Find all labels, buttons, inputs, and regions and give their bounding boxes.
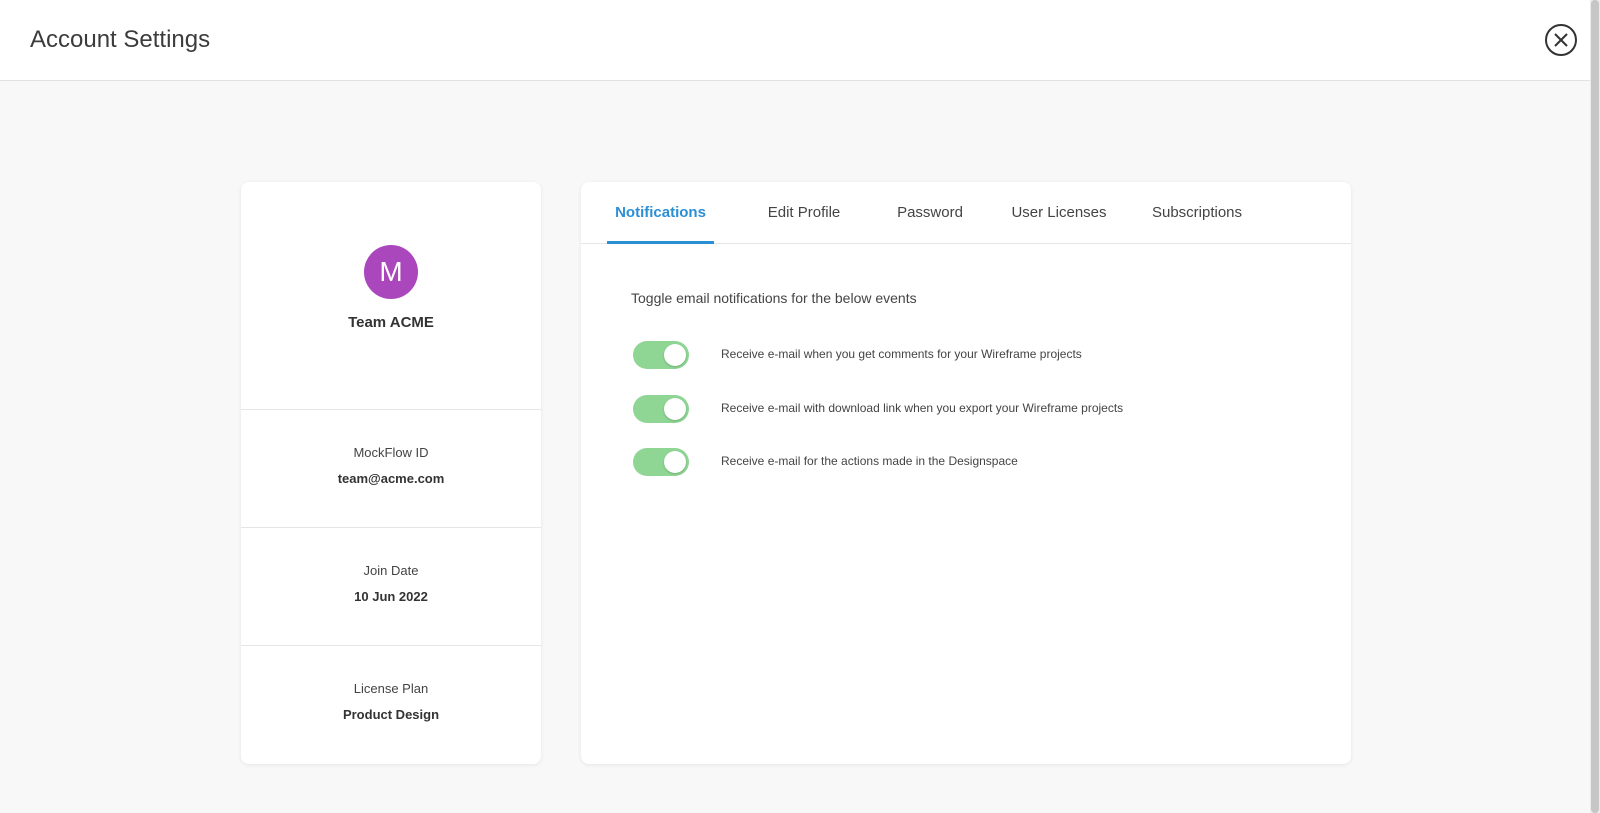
info-label: MockFlow ID [353,445,429,460]
active-tab-indicator [607,241,714,244]
notification-label: Receive e-mail when you get comments for… [721,347,1082,361]
avatar: M [364,245,418,299]
join-date-section: Join Date 10 Jun 2022 [241,528,541,646]
settings-panel: Notifications Edit Profile Password User… [581,182,1351,764]
tab-user-licenses[interactable]: User Licenses [997,182,1121,244]
scrollbar-thumb[interactable] [1591,0,1599,813]
mockflow-id-section: MockFlow ID team@acme.com [241,410,541,528]
profile-card: M Team ACME MockFlow ID team@acme.com Jo… [241,182,541,764]
info-value: Product Design [342,707,440,722]
info-label: Join Date [363,563,419,578]
designspace-notification-toggle[interactable] [633,448,689,476]
profile-name: Team ACME [348,314,434,331]
settings-tabs: Notifications Edit Profile Password User… [581,182,1351,244]
page-scrollbar[interactable] [1590,0,1600,813]
tab-subscriptions[interactable]: Subscriptions [1140,182,1254,244]
tab-edit-profile[interactable]: Edit Profile [751,182,857,244]
notification-label: Receive e-mail for the actions made in t… [721,454,1018,468]
toggle-knob [664,451,686,473]
export-notification-toggle[interactable] [633,395,689,423]
info-label: License Plan [353,681,429,696]
toggle-knob [664,398,686,420]
info-value: team@acme.com [337,471,445,486]
page-title: Account Settings [30,26,211,53]
notification-label: Receive e-mail with download link when y… [721,401,1124,415]
comments-notification-toggle[interactable] [633,341,689,369]
close-button[interactable] [1545,24,1577,56]
page-header: Account Settings [0,0,1590,81]
tab-password[interactable]: Password [882,182,978,244]
notifications-intro: Toggle email notifications for the below… [631,290,917,306]
info-value: 10 Jun 2022 [354,589,428,604]
toggle-knob [664,344,686,366]
close-icon [1554,33,1568,47]
tab-notifications[interactable]: Notifications [607,182,714,244]
license-plan-section: License Plan Product Design [241,646,541,764]
avatar-section: M Team ACME [241,182,541,410]
